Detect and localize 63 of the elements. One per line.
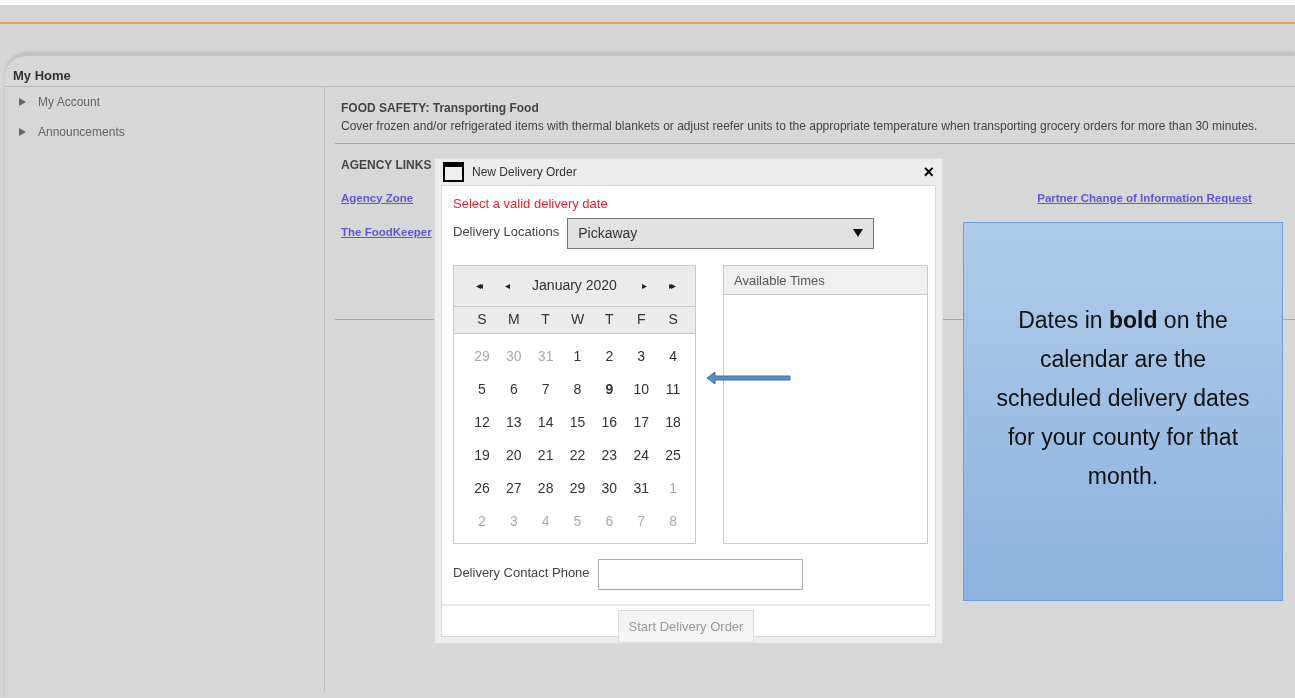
calendar-day[interactable]: 5 bbox=[466, 372, 498, 406]
triangle-icon bbox=[19, 127, 26, 136]
calendar-day[interactable]: 24 bbox=[625, 438, 658, 472]
calendar-day[interactable]: 28 bbox=[529, 471, 562, 505]
calendar-day[interactable]: 9 bbox=[593, 372, 626, 406]
calendar-day[interactable]: 1 bbox=[561, 339, 594, 373]
calendar-day[interactable]: 7 bbox=[529, 372, 562, 406]
callout-text: Dates in bold on the calendar are the scheduled delivery dates for your county for that month. bbox=[995, 306, 1251, 491]
page-title: My Home bbox=[5, 56, 1295, 87]
calendar-day[interactable]: 11 bbox=[657, 372, 689, 406]
calendar-day[interactable]: 23 bbox=[593, 438, 626, 472]
calendar-day[interactable]: 14 bbox=[529, 405, 562, 439]
phone-field[interactable] bbox=[597, 558, 803, 590]
link[interactable]: The FoodKeeper bbox=[341, 225, 432, 238]
next-year-button[interactable]: ▸▸ bbox=[668, 278, 673, 293]
month-label: January 2020 bbox=[532, 276, 617, 295]
calendar-day[interactable]: 8 bbox=[561, 372, 594, 406]
calendar-day[interactable]: 6 bbox=[497, 372, 530, 406]
calendar-day[interactable]: 4 bbox=[657, 339, 689, 373]
window-icon bbox=[443, 162, 464, 182]
calendar-day[interactable]: 21 bbox=[529, 438, 562, 472]
caret-icon bbox=[853, 229, 864, 237]
error-message: Select a valid delivery date bbox=[453, 195, 609, 213]
calendar-day[interactable]: 27 bbox=[497, 471, 530, 505]
weekday-label: F bbox=[635, 310, 647, 329]
calendar-day[interactable]: 22 bbox=[561, 438, 594, 472]
link[interactable]: Agency Zone bbox=[341, 189, 414, 207]
calendar-day[interactable]: 26 bbox=[466, 471, 498, 505]
calendar-day[interactable]: 25 bbox=[657, 438, 689, 472]
location-dropdown[interactable]: Pickaway bbox=[567, 217, 875, 249]
field-label: Delivery Contact Phone bbox=[453, 563, 590, 582]
section-heading: AGENCY LINKS bbox=[341, 157, 432, 172]
calendar-day[interactable]: 17 bbox=[625, 405, 658, 439]
notice-text: Cover frozen and/or refrigerated items with thermal blankets or adjust reefer units to the appropriate temperature when transporting grocery orders for more than 30 minutes. bbox=[341, 117, 1259, 135]
close-button[interactable]: × bbox=[923, 158, 934, 186]
calendar-day[interactable]: 10 bbox=[625, 372, 658, 406]
weekday-label: W bbox=[569, 310, 586, 329]
calendar-day[interactable]: 18 bbox=[657, 405, 689, 439]
sidebar-item[interactable]: My Account bbox=[19, 86, 324, 117]
list-header: Available Times bbox=[724, 265, 927, 295]
sidebar-item[interactable]: Announcements bbox=[19, 116, 324, 147]
weekday-label: T bbox=[540, 310, 551, 329]
calendar-day[interactable]: 19 bbox=[466, 438, 498, 472]
weekday-label: M bbox=[506, 310, 521, 329]
weekday-label: S bbox=[476, 310, 488, 329]
notice-title: FOOD SAFETY: Transporting Food bbox=[341, 99, 540, 117]
triangle-icon bbox=[19, 97, 26, 106]
calendar-day[interactable]: 16 bbox=[593, 405, 626, 439]
dialog-title: New Delivery Order bbox=[472, 164, 578, 181]
calendar-day[interactable]: 20 bbox=[497, 438, 530, 472]
link[interactable]: Partner Change of Information Request bbox=[1037, 189, 1252, 207]
previous-year-button[interactable]: ◂◂ bbox=[476, 278, 481, 293]
calendar-day[interactable]: 12 bbox=[466, 405, 498, 439]
calendar-day[interactable]: 31 bbox=[625, 471, 658, 505]
calendar-day[interactable]: 3 bbox=[625, 339, 658, 373]
weekday-label: S bbox=[667, 310, 679, 329]
calendar-day[interactable]: 2 bbox=[593, 339, 626, 373]
calendar-day[interactable]: 29 bbox=[561, 471, 594, 505]
calendar-day[interactable]: 13 bbox=[497, 405, 530, 439]
calendar-day[interactable]: 30 bbox=[593, 471, 626, 505]
calendar-day[interactable]: 15 bbox=[561, 405, 594, 439]
weekday-label: T bbox=[604, 310, 615, 329]
field-label: Delivery Locations bbox=[453, 222, 560, 241]
